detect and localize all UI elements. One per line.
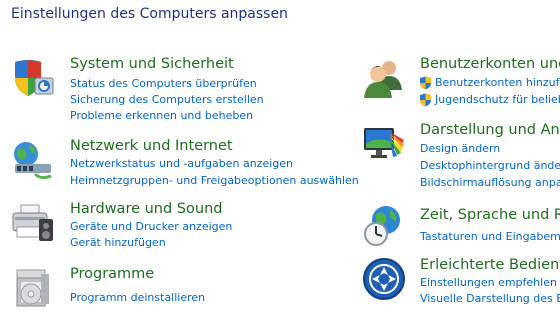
link-parental-controls[interactable]: Jugendschutz für belieb	[419, 93, 560, 107]
link-uninstall-program[interactable]: Programm deinstallieren	[70, 291, 205, 304]
category-title[interactable]: Benutzerkonten und	[420, 56, 560, 72]
link-troubleshoot[interactable]: Probleme erkennen und beheben	[70, 109, 253, 122]
link-keyboards-input[interactable]: Tastaturen und Eingabem	[420, 230, 560, 243]
printer-hardware-icon[interactable]	[11, 201, 55, 245]
link-label: Benutzerkonten hinzufü	[435, 76, 560, 89]
category-network-internet: Netzwerk und Internet Netzwerkstatus und…	[11, 138, 359, 190]
link-check-status[interactable]: Status des Computers überprüfen	[70, 77, 257, 90]
category-title[interactable]: Darstellung und Anp	[420, 122, 560, 138]
link-recommend-settings[interactable]: Einstellungen empfehlen la	[420, 276, 560, 289]
category-programs: Programme Programm deinstallieren	[11, 266, 351, 318]
category-title[interactable]: System und Sicherheit	[70, 56, 234, 72]
category-appearance: Darstellung und Anp Design ändern Deskto…	[362, 122, 560, 190]
link-network-status[interactable]: Netzwerkstatus und -aufgaben anzeigen	[70, 157, 293, 170]
category-user-accounts: Benutzerkonten und Benutzerkonten hinzuf…	[362, 56, 560, 112]
category-title[interactable]: Erleichterte Bedienun	[420, 257, 560, 273]
category-title[interactable]: Programme	[70, 266, 154, 282]
category-ease-of-access: Erleichterte Bedienun Einstellungen empf…	[362, 257, 560, 311]
appearance-monitor-icon[interactable]	[362, 122, 406, 166]
category-title[interactable]: Netzwerk und Internet	[70, 138, 233, 154]
uac-shield-icon	[420, 76, 431, 90]
link-add-user[interactable]: Benutzerkonten hinzufü	[419, 76, 560, 90]
ease-of-access-icon[interactable]	[362, 257, 406, 301]
link-homegroup-sharing[interactable]: Heimnetzgruppen- und Freigabeoptionen au…	[70, 174, 359, 187]
link-label: Jugendschutz für belieb	[435, 93, 560, 106]
uac-shield-icon	[420, 93, 431, 107]
link-desktop-background[interactable]: Desktophintergrund ände	[420, 159, 560, 172]
link-change-theme[interactable]: Design ändern	[420, 142, 500, 155]
category-title[interactable]: Hardware und Sound	[70, 201, 222, 217]
user-accounts-icon[interactable]	[362, 56, 406, 100]
category-hardware-sound: Hardware und Sound Geräte und Drucker an…	[11, 201, 351, 253]
link-create-backup[interactable]: Sicherung des Computers erstellen	[70, 93, 264, 106]
page-title: Einstellungen des Computers anpassen	[11, 6, 288, 22]
link-visual-display[interactable]: Visuelle Darstellung des Bil	[420, 292, 560, 305]
category-clock-language: Zeit, Sprache und Re Tastaturen und Eing…	[362, 204, 560, 254]
link-devices-printers[interactable]: Geräte und Drucker anzeigen	[70, 220, 232, 233]
clock-globe-icon[interactable]	[362, 204, 406, 248]
category-title[interactable]: Zeit, Sprache und Re	[420, 207, 560, 223]
link-screen-resolution[interactable]: Bildschirmauflösung anpas	[420, 176, 560, 189]
programs-box-icon[interactable]	[11, 266, 55, 310]
link-add-device[interactable]: Gerät hinzufügen	[70, 236, 166, 249]
category-system-security: System und Sicherheit Status des Compute…	[11, 56, 351, 126]
system-security-shield-icon[interactable]	[11, 56, 55, 100]
network-globe-icon[interactable]	[11, 138, 55, 182]
